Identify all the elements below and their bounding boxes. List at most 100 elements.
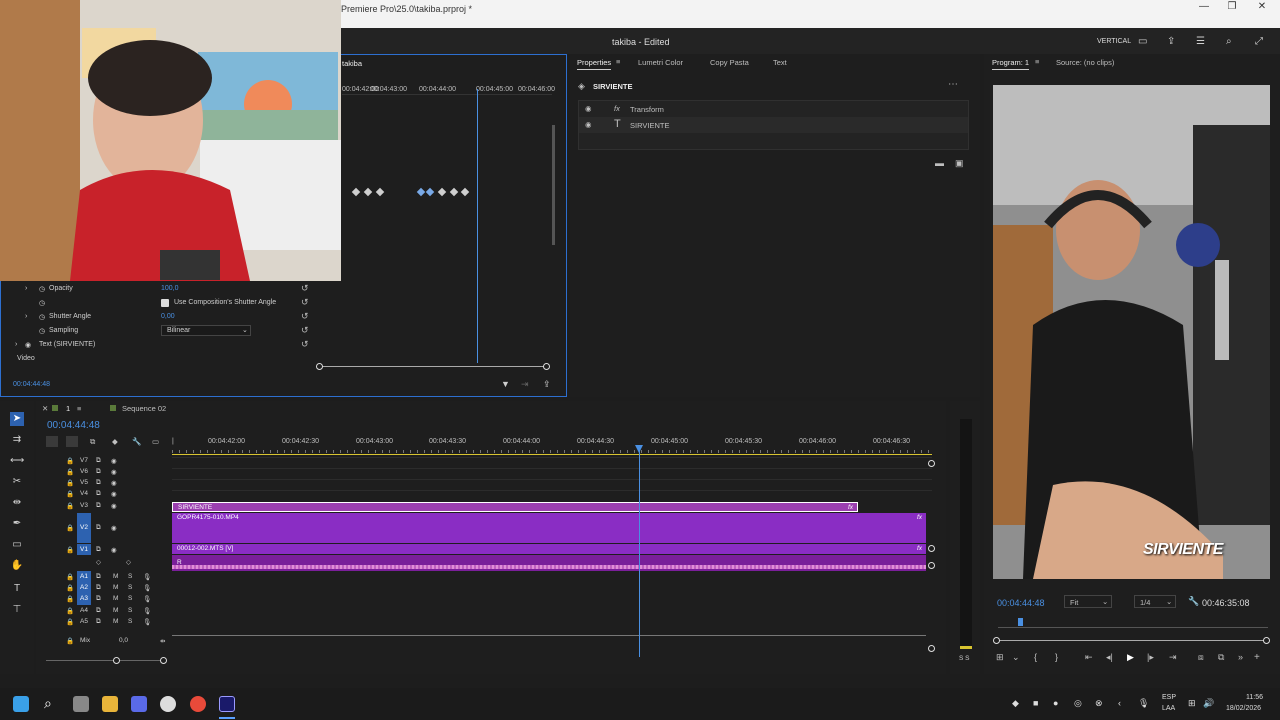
selection-tool-icon[interactable]: ➤ <box>10 412 24 426</box>
zoom-handle-right[interactable] <box>1263 637 1270 644</box>
fullscreen-icon[interactable]: ⤢ <box>1255 36 1263 47</box>
mute-button[interactable]: M <box>113 607 118 614</box>
zoom-handle-left[interactable] <box>113 657 120 664</box>
eye-icon[interactable]: ◉ <box>111 490 117 498</box>
tray-icon[interactable]: ● <box>1053 698 1058 708</box>
tab-text[interactable]: Text <box>773 58 787 67</box>
workspace-label[interactable]: VERTICAL <box>1097 38 1131 45</box>
timeline-settings-icon[interactable]: 🔧 <box>132 437 141 446</box>
sync-icon[interactable]: ⧉ <box>96 618 101 626</box>
solo-button[interactable]: S <box>128 595 132 602</box>
play-icon[interactable]: ▶ <box>1127 652 1134 663</box>
program-zoom-bar[interactable] <box>998 640 1268 641</box>
ec-zoom-bar[interactable] <box>319 366 549 367</box>
track-label[interactable]: V4 <box>80 490 88 497</box>
sync-icon[interactable]: ⧉ <box>96 584 101 592</box>
nest-toggle-icon[interactable] <box>46 436 58 447</box>
frame-icon[interactable]: ▭ <box>1138 36 1147 47</box>
tray-icon[interactable]: ■ <box>1033 698 1038 708</box>
tray-icon[interactable]: ‹ <box>1118 698 1121 708</box>
restore-button[interactable]: ❐ <box>1216 0 1248 14</box>
export-icon[interactable]: ⇪ <box>543 379 551 390</box>
wrench-icon[interactable]: 🔧 <box>1188 596 1199 607</box>
share-icon[interactable]: ⇪ <box>1167 36 1175 47</box>
tab-program[interactable]: Program: 1 <box>992 58 1030 70</box>
slip-tool-icon[interactable]: ⇹ <box>10 496 24 510</box>
stopwatch-icon[interactable]: ◷ <box>39 327 45 335</box>
reset-icon[interactable]: ↺ <box>301 311 309 322</box>
v-scroll-handle[interactable] <box>928 460 935 467</box>
file-explorer-icon[interactable] <box>102 696 118 712</box>
lock-icon[interactable]: 🔒 <box>66 573 74 581</box>
stopwatch-icon[interactable]: ◷ <box>39 285 45 293</box>
track-label[interactable]: A3 <box>80 595 88 602</box>
lock-icon[interactable]: 🔒 <box>66 618 74 626</box>
track-label[interactable]: A2 <box>80 584 88 591</box>
eye-icon[interactable]: ◉ <box>111 502 117 510</box>
panel-menu-icon[interactable]: ≡ <box>616 57 620 66</box>
search-icon[interactable]: ⌕ <box>1226 36 1232 47</box>
timeline-ruler[interactable]: | 00:04:42:00 00:04:42:30 00:04:43:00 00… <box>172 433 932 455</box>
lock-icon[interactable]: 🔒 <box>66 490 74 498</box>
reset-icon[interactable]: ↺ <box>301 325 309 336</box>
solo-button[interactable]: S <box>128 573 132 580</box>
close-button[interactable]: ✕ <box>1246 0 1278 14</box>
app-icon[interactable] <box>160 696 176 712</box>
expand-icon[interactable]: › <box>25 313 27 320</box>
timeline-timecode[interactable]: 00:04:44:48 <box>47 420 100 431</box>
panel-menu-icon[interactable]: ≡ <box>1035 57 1039 66</box>
keyframe[interactable] <box>425 187 435 197</box>
effect-controls-tab[interactable]: takiba <box>342 59 362 68</box>
shutter-angle-value[interactable]: 0,00 <box>161 313 175 320</box>
sync-icon[interactable]: ⧉ <box>96 502 101 510</box>
track-label[interactable]: V7 <box>80 457 88 464</box>
mix-value[interactable]: 0,0 <box>119 637 128 644</box>
sync-icon[interactable]: ⧉ <box>96 573 101 581</box>
add-button-icon[interactable]: + <box>1254 652 1260 663</box>
eye-icon[interactable]: ◉ <box>111 524 117 532</box>
opacity-value[interactable]: 100,0 <box>161 285 179 292</box>
layer-row-transform[interactable]: ◉ fx Transform <box>579 101 968 117</box>
clock-time[interactable]: 11:56 <box>1246 694 1263 701</box>
v1-clip[interactable]: 00012-002.MTS [V] fx <box>172 544 926 554</box>
sequence-tab[interactable]: Sequence 02 <box>122 404 166 413</box>
tab-copy-pasta[interactable]: Copy Pasta <box>710 58 749 67</box>
sampling-select[interactable]: Bilinear ⌄ <box>161 325 251 336</box>
zoom-handle-left[interactable] <box>316 363 323 370</box>
layer-row-text[interactable]: ◉ T SIRVIENTE <box>579 117 968 133</box>
premiere-pro-icon[interactable] <box>219 696 235 712</box>
mute-button[interactable]: M <box>113 595 118 602</box>
reset-icon[interactable]: ↺ <box>301 297 309 308</box>
mic-icon[interactable]: 🎙 <box>1138 698 1149 709</box>
clock-date[interactable]: 18/02/2026 <box>1226 705 1261 712</box>
audio-clip[interactable]: R <box>172 555 926 571</box>
eye-icon[interactable]: ◉ <box>111 457 117 465</box>
type-tool-icon[interactable]: T <box>10 582 24 596</box>
eye-icon[interactable]: ◉ <box>111 468 117 476</box>
lock-icon[interactable]: 🔒 <box>66 457 74 465</box>
mic-icon[interactable]: 🎙 <box>143 584 151 592</box>
timeline-tab-number[interactable]: 1 <box>66 404 70 413</box>
keyframe[interactable] <box>449 187 459 197</box>
mark-out-icon[interactable]: } <box>1055 652 1058 662</box>
eye-icon[interactable]: ◉ <box>111 546 117 554</box>
track-label[interactable]: V2 <box>80 524 88 531</box>
tab-lumetri-color[interactable]: Lumetri Color <box>638 58 683 67</box>
go-to-in-icon[interactable]: ⇤ <box>1085 652 1093 663</box>
render-icon[interactable]: ⇥ <box>521 379 529 390</box>
v-scroll-handle[interactable] <box>928 545 935 552</box>
keyframe[interactable] <box>351 187 361 197</box>
mark-in-icon[interactable]: { <box>1034 652 1037 662</box>
filter-icon[interactable]: ▼ <box>501 379 510 389</box>
sync-icon[interactable]: ⧉ <box>96 546 101 554</box>
ec-playhead[interactable] <box>477 89 478 363</box>
chevron-down-icon[interactable]: ⌄ <box>1012 652 1020 663</box>
reset-icon[interactable]: ↺ <box>301 339 309 350</box>
keyframe[interactable] <box>460 187 470 197</box>
lock-icon[interactable]: 🔒 <box>66 607 74 615</box>
sync-icon[interactable]: ⧉ <box>96 457 101 465</box>
new-layer-icon[interactable]: ▣ <box>955 158 964 169</box>
tab-source[interactable]: Source: (no clips) <box>1056 58 1114 67</box>
solo-button[interactable]: S <box>128 584 132 591</box>
mic-icon[interactable]: 🎙 <box>143 607 151 615</box>
